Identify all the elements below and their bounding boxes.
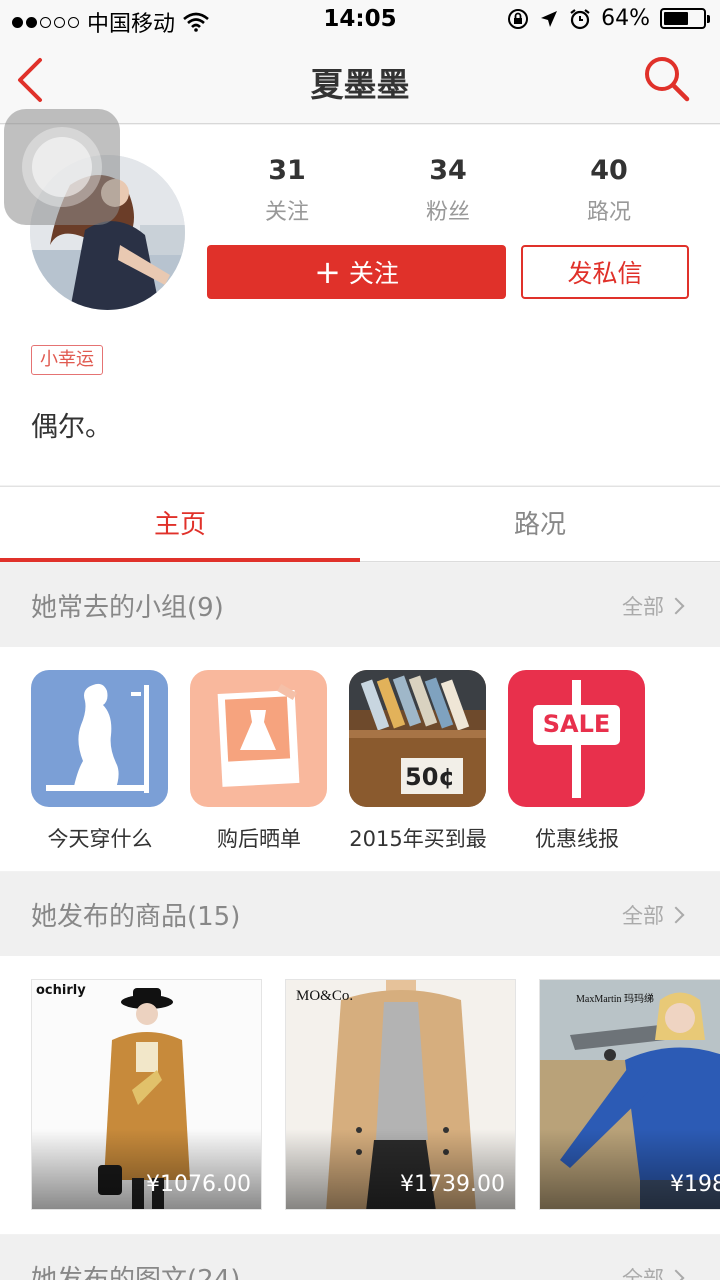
group-item[interactable]: 今天穿什么 <box>20 670 180 853</box>
group-name: 2015年买到最 <box>349 827 487 851</box>
chevron-right-icon <box>667 1269 685 1280</box>
groups-see-all-label: 全部 <box>622 595 664 619</box>
stat-followers[interactable]: 34 粉丝 <box>368 155 528 226</box>
status-bar: 中国移动 14:05 64% <box>0 0 720 40</box>
chevron-right-icon <box>667 597 685 615</box>
posts-see-all-link[interactable]: 全部 <box>622 1263 685 1280</box>
chevron-right-icon <box>667 906 685 924</box>
groups-list: 今天穿什么 购后晒单 50¢ 2015年买到最 SALE 优惠线报 <box>0 647 720 871</box>
tab-bar: 主页 路况 <box>0 486 720 562</box>
group-name: 购后晒单 <box>217 827 301 851</box>
sale-sign-icon: SALE <box>508 670 645 807</box>
product-price: ¥198 <box>670 1172 720 1197</box>
rotation-lock-icon <box>508 8 529 29</box>
page-title: 夏墨墨 <box>310 65 410 104</box>
group-item[interactable]: 购后晒单 <box>179 670 339 853</box>
group-name: 今天穿什么 <box>47 827 153 851</box>
dress-silhouette-icon <box>31 670 168 807</box>
product-card[interactable]: MO&Co. ¥1739.00 <box>285 979 516 1210</box>
follow-button[interactable]: + 关注 <box>207 245 506 299</box>
stat-following-count: 31 <box>268 155 306 186</box>
send-message-button[interactable]: 发私信 <box>521 245 689 299</box>
products-see-all-link[interactable]: 全部 <box>622 900 685 930</box>
follow-label: 关注 <box>348 259 399 288</box>
stat-followers-label: 粉丝 <box>425 200 470 225</box>
products-see-all-label: 全部 <box>622 904 664 928</box>
products-section-title: 她发布的商品(15) <box>31 902 241 932</box>
stat-following[interactable]: 31 关注 <box>207 155 367 226</box>
posts-section-header: 她发布的图文(24) 全部 <box>0 1235 720 1280</box>
assistive-touch-button[interactable] <box>4 109 120 225</box>
price-tag-label: 50¢ <box>405 763 456 791</box>
stat-following-label: 关注 <box>264 200 309 225</box>
products-section-header: 她发布的商品(15) 全部 <box>0 872 720 956</box>
status-right: 64% <box>507 6 710 31</box>
groups-section-header: 她常去的小组(9) 全部 <box>0 563 720 647</box>
stat-posts-count: 40 <box>590 155 628 186</box>
active-tab-indicator <box>0 558 360 562</box>
user-tag: 小幸运 <box>31 345 103 375</box>
send-message-label: 发私信 <box>567 259 643 288</box>
books-box-icon: 50¢ <box>349 670 486 807</box>
product-price: ¥1076.00 <box>146 1172 251 1197</box>
group-item[interactable]: SALE 优惠线报 <box>497 670 657 853</box>
location-icon <box>541 10 558 27</box>
battery-percent: 64% <box>601 6 650 31</box>
search-icon[interactable] <box>642 54 692 104</box>
product-card[interactable]: ochirly ¥1076.00 <box>31 979 262 1210</box>
product-brand: MaxMartin 玛玛绨 <box>576 994 655 1005</box>
sale-sign-label: SALE <box>542 710 611 738</box>
posts-see-all-label: 全部 <box>622 1267 664 1280</box>
group-name: 优惠线报 <box>535 827 619 851</box>
stat-followers-count: 34 <box>429 155 467 186</box>
plus-icon: + <box>314 253 341 291</box>
alarm-icon <box>570 8 590 29</box>
product-card[interactable]: MaxMartin 玛玛绨 ¥198 <box>539 979 720 1210</box>
stat-posts[interactable]: 40 路况 <box>529 155 689 226</box>
stat-posts-label: 路况 <box>586 200 631 225</box>
tab-road-status[interactable]: 路况 <box>360 487 720 563</box>
product-brand: MO&Co. <box>296 988 354 1004</box>
products-list: ochirly ¥1076.00 MO&Co. ¥1739.00 MaxMart… <box>0 956 720 1234</box>
battery-icon <box>660 8 710 29</box>
groups-see-all-link[interactable]: 全部 <box>622 591 685 621</box>
group-item[interactable]: 50¢ 2015年买到最 <box>338 670 498 853</box>
profile-section: 31 关注 34 粉丝 40 路况 + 关注 发私信 小幸运 偶尔。 <box>0 109 720 485</box>
posts-section-title: 她发布的图文(24) <box>31 1265 241 1280</box>
dress-photo-icon <box>190 670 327 807</box>
groups-section-title: 她常去的小组(9) <box>31 593 224 623</box>
product-brand: ochirly <box>36 983 86 998</box>
tab-home[interactable]: 主页 <box>0 487 360 563</box>
product-price: ¥1739.00 <box>400 1172 505 1197</box>
user-bio: 偶尔。 <box>31 412 112 443</box>
